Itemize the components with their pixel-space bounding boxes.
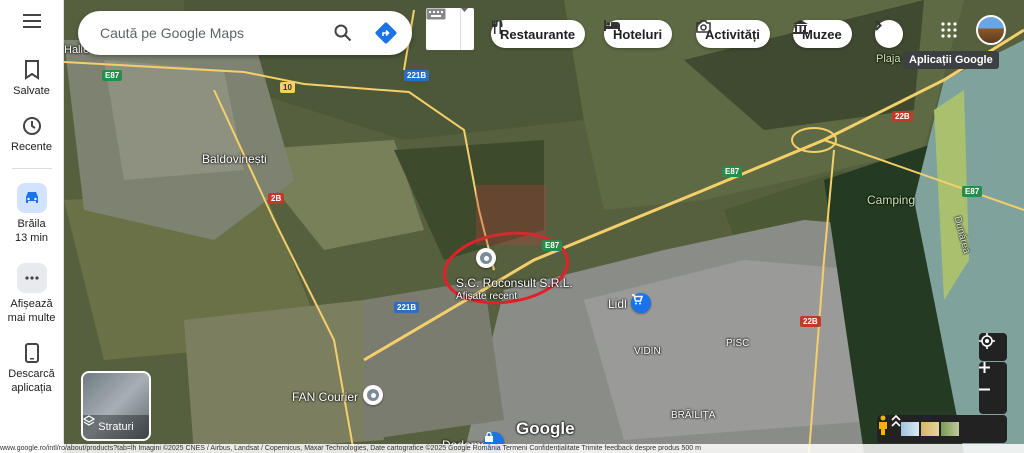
recent-label: Recente xyxy=(11,141,52,153)
shield-e87-west: E87 xyxy=(102,70,123,81)
sidebar: Salvate Recente Brăila 13 min Afișează m… xyxy=(0,0,64,453)
label-camping: Camping xyxy=(867,193,916,207)
saved-label: Salvate xyxy=(13,85,50,97)
museum-icon xyxy=(793,20,808,34)
car-icon xyxy=(25,192,38,203)
chevron-right-icon xyxy=(875,20,882,31)
car-icon-box xyxy=(16,183,47,213)
commute-label: Brăila xyxy=(17,218,46,230)
plus-icon xyxy=(979,362,990,373)
place-pin-fan-courier[interactable] xyxy=(363,385,383,405)
label-brailita: BRĂILIȚA xyxy=(671,410,716,421)
label-recently-viewed: Afișate recent xyxy=(456,291,518,302)
show-more-label: Afișează xyxy=(10,298,53,310)
bookmark-icon xyxy=(24,60,39,80)
input-tools-button[interactable] xyxy=(426,8,474,50)
search-icon[interactable] xyxy=(334,24,352,42)
label-baldovinesti: Baldovinești xyxy=(202,152,267,166)
shield-221b-north: 221B xyxy=(404,70,430,81)
chip-hotels-label: Hoteluri xyxy=(613,26,663,42)
commute-time: 13 min xyxy=(14,232,49,244)
pin-icon xyxy=(367,389,379,401)
bed-icon xyxy=(604,20,620,31)
chip-activities[interactable]: Activități xyxy=(696,20,770,48)
shopping-pin-lidl[interactable] xyxy=(631,293,651,313)
pegman-icon[interactable] xyxy=(877,415,889,435)
shield-22b-south: 22B xyxy=(800,316,821,327)
camera-icon xyxy=(696,20,711,33)
directions-icon[interactable] xyxy=(375,22,397,44)
menu-button[interactable] xyxy=(0,14,64,28)
keyboard-icon xyxy=(426,8,446,20)
layers-icon xyxy=(83,415,95,426)
map-footer[interactable]: www.google.ro/intl/ro/about/products?tab… xyxy=(0,444,1024,453)
download-label: Descarcă xyxy=(8,368,55,380)
label-fan-courier[interactable]: FAN Courier xyxy=(292,390,358,404)
phone-icon xyxy=(24,343,39,363)
avatar[interactable] xyxy=(976,15,1006,45)
layers-label-bar: Straturi xyxy=(83,415,149,439)
bottom-controls xyxy=(877,415,1007,443)
chip-restaurants-label: Restaurante xyxy=(500,26,576,42)
download-sublabel: aplicația xyxy=(11,382,52,394)
more-icon-box xyxy=(16,263,47,293)
commute-braila-button[interactable]: Brăila 13 min xyxy=(0,183,64,245)
shield-22b-north: 22B xyxy=(892,111,913,122)
my-location-icon xyxy=(979,333,995,349)
bag-icon xyxy=(485,432,493,442)
apps-tooltip: Aplicații Google xyxy=(903,51,999,69)
chip-activities-label: Activități xyxy=(705,26,760,42)
google-logo: Google xyxy=(516,419,575,438)
input-tools-dropdown[interactable] xyxy=(460,8,474,50)
history-icon xyxy=(22,117,41,135)
layers-label: Straturi xyxy=(98,421,134,433)
download-app-button[interactable]: Descarcă aplicația xyxy=(0,343,64,395)
shield-2b: 2B xyxy=(268,193,285,204)
recent-button[interactable]: Recente xyxy=(0,116,64,154)
fork-knife-icon xyxy=(492,20,503,34)
google-apps-icon[interactable] xyxy=(941,22,957,38)
saved-button[interactable]: Salvate xyxy=(0,60,64,98)
traffic-thumb[interactable] xyxy=(921,422,939,436)
shield-e87-center: E87 xyxy=(542,240,563,251)
chip-restaurants[interactable]: Restaurante xyxy=(491,20,586,48)
chip-hotels[interactable]: Hoteluri xyxy=(604,20,673,48)
zoom-in-button[interactable] xyxy=(979,362,1007,388)
sidebar-divider xyxy=(11,168,52,169)
label-lidl[interactable]: Lidl xyxy=(608,297,627,311)
satellite-thumb[interactable] xyxy=(941,422,959,436)
zoom-out-button[interactable] xyxy=(979,388,1007,414)
label-place-name[interactable]: S.C. Roconsult S.R.L. xyxy=(456,276,573,290)
label-vidin: VIDIN xyxy=(634,346,661,357)
my-location-button[interactable] xyxy=(979,333,1007,361)
satellite-map[interactable]: Baldovinești Camping Plaja Halle S.C. Ro… xyxy=(64,0,1024,453)
minus-icon xyxy=(979,388,990,391)
shield-10: 10 xyxy=(280,82,295,93)
satellite-imagery xyxy=(64,0,1024,453)
terrain-thumb[interactable] xyxy=(901,422,919,436)
show-more-button[interactable]: Afișează mai multe xyxy=(0,263,64,325)
shield-e87-far: E87 xyxy=(962,186,983,197)
shield-e87-east: E87 xyxy=(722,166,743,177)
shield-221b-south: 221B xyxy=(394,302,420,313)
chevron-down-icon xyxy=(461,8,468,12)
label-plaja: Plaja xyxy=(876,53,901,65)
chip-museums[interactable]: Muzee xyxy=(793,20,852,48)
pin-icon xyxy=(480,252,492,264)
search-input[interactable] xyxy=(100,25,320,41)
place-pin-roconsult[interactable] xyxy=(476,248,496,268)
more-icon xyxy=(24,276,39,280)
layers-button[interactable]: Straturi xyxy=(81,371,151,441)
hamburger-menu-icon xyxy=(22,14,41,28)
chips-next-button[interactable] xyxy=(875,20,903,48)
search-box xyxy=(78,11,412,55)
show-more-sublabel: mai multe xyxy=(7,312,56,324)
expand-icon[interactable] xyxy=(891,415,901,427)
shopping-cart-icon xyxy=(632,294,643,305)
label-pisc: PISC xyxy=(726,338,750,349)
